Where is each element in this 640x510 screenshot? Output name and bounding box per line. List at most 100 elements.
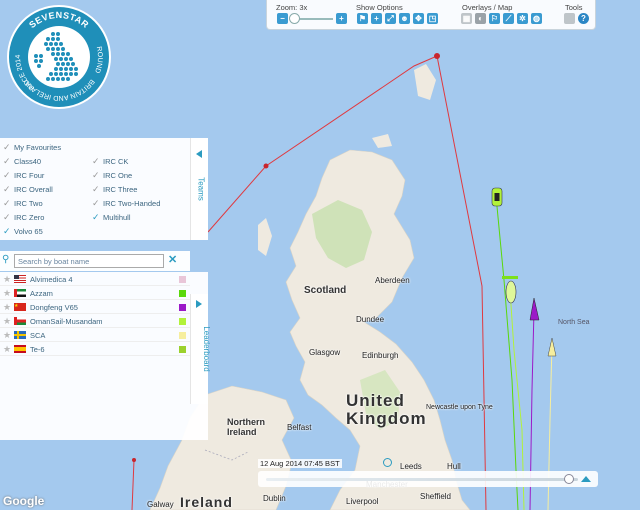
star-icon[interactable]: ★ [2, 302, 12, 313]
leaderboard-row[interactable]: ★ SCA [0, 329, 190, 342]
timeline-track[interactable] [266, 478, 578, 481]
timeline-handle[interactable] [563, 474, 574, 484]
check-icon: ✓ [3, 156, 11, 166]
star-icon[interactable]: ★ [2, 274, 12, 285]
leaderboard-row[interactable]: ★ OmanSail-Musandam [0, 315, 190, 328]
check-icon: ✓ [3, 226, 11, 236]
expand-icon[interactable]: ⤢ [385, 13, 396, 24]
label-aberdeen: Aberdeen [375, 276, 410, 285]
label-newcastle: Newcastle upon Tyne [426, 404, 493, 411]
expand-up-icon[interactable] [581, 476, 591, 482]
check-icon: ✓ [3, 142, 11, 152]
team-filter-irc-zero[interactable]: ✓ IRC Zero [3, 212, 44, 223]
check-icon: ✓ [92, 198, 100, 208]
collapse-arrow-icon[interactable] [196, 150, 202, 158]
team-filter-multihull[interactable]: ✓ Multihull [92, 212, 131, 223]
check-icon: ✓ [3, 198, 11, 208]
course-waypoint [263, 163, 269, 169]
team-filter-irc-three[interactable]: ✓ IRC Three [92, 184, 137, 195]
wind-flag-icon[interactable]: ⚐ [489, 13, 500, 24]
team-filter-irc-four[interactable]: ✓ IRC Four [3, 170, 44, 181]
show-options-label: Show Options [356, 3, 403, 12]
timeline-control: 12 Aug 2014 07:45 BST [255, 458, 605, 488]
check-icon: ✓ [3, 184, 11, 194]
label-edinburgh: Edinburgh [362, 351, 399, 360]
team-filter-irc-overall[interactable]: ✓ IRC Overall [3, 184, 53, 195]
fullscreen-icon[interactable]: ✥ [413, 13, 424, 24]
wind-arrows-icon[interactable]: ✲ [517, 13, 528, 24]
team-filter-class40[interactable]: ✓ Class40 [3, 156, 41, 167]
map-toolbar: Zoom: 3x − + Show Options ⚑ + ⤢ ☻ ✥ ◳ Ov… [266, 0, 596, 30]
tracks-icon[interactable]: ⟋ [503, 13, 514, 24]
color-swatch [179, 275, 186, 283]
flag-us-icon [14, 275, 26, 283]
tools-label: Tools [565, 3, 583, 12]
google-attribution: Google [3, 494, 45, 508]
teams-panel: ✓ My Favourites ✓ Class40 ✓ IRC CK ✓ IRC Fou… [0, 138, 208, 240]
color-swatch [179, 331, 186, 339]
check-icon: ✓ [92, 184, 100, 194]
label-dublin: Dublin [263, 494, 286, 503]
leaderboard-row[interactable]: ★ Azzam [0, 287, 190, 300]
race-logo: SEVENSTAR RACE 2014 ROUND BRITAIN AND IR… [6, 5, 112, 109]
timeline-datetime: 12 Aug 2014 07:45 BST [258, 459, 342, 468]
flag-spain-icon [14, 345, 26, 353]
help-icon[interactable]: ? [578, 13, 589, 24]
group-icon[interactable]: ☻ [399, 13, 410, 24]
label-united-kingdom: United Kingdom [346, 391, 427, 428]
tab-leaderboard[interactable]: Leaderboard [190, 294, 211, 404]
team-filter-irc-one[interactable]: ✓ IRC One [92, 170, 132, 181]
team-filter-irc-two[interactable]: ✓ IRC Two [3, 198, 43, 209]
leaderboard-panel: ★ Alvimedica 4 ★ Azzam ★ ★ Dongfeng V65 … [0, 272, 211, 440]
grid-overlay-icon[interactable]: ▦ [461, 13, 472, 24]
label-ireland: Ireland [180, 494, 233, 510]
label-scotland: Scotland [304, 285, 347, 296]
color-swatch [179, 345, 186, 353]
zoom-in-button[interactable]: + [336, 13, 347, 24]
overlays-label: Overlays / Map [462, 3, 513, 12]
zoom-out-button[interactable]: − [277, 13, 288, 24]
star-icon[interactable]: ★ [2, 330, 12, 341]
check-icon: ✓ [3, 212, 11, 222]
star-icon[interactable]: ★ [2, 344, 12, 355]
course-waypoint [434, 53, 440, 59]
fit-bounds-icon[interactable]: ◳ [427, 13, 438, 24]
leaderboard-row[interactable]: ★ Te-6 [0, 343, 190, 356]
clear-search-icon[interactable]: ✕ [168, 253, 177, 266]
search-input[interactable] [14, 254, 164, 268]
color-swatch [179, 317, 186, 325]
check-icon: ✓ [3, 170, 11, 180]
flag-china-icon: ★ [14, 303, 26, 311]
team-filter-my-favourites[interactable]: ✓ My Favourites [3, 142, 61, 153]
course-waypoint [132, 458, 136, 462]
label-belfast: Belfast [287, 423, 312, 432]
zoom-slider-handle[interactable] [289, 13, 300, 24]
color-swatch [179, 289, 186, 297]
team-filter-irc-ck[interactable]: ✓ IRC CK [92, 156, 128, 167]
label-northern-ireland: Northern Ireland [227, 417, 265, 437]
flag-icon[interactable]: ⚑ [357, 13, 368, 24]
add-box-icon[interactable]: + [371, 13, 382, 24]
leaderboard-row[interactable]: ★ Alvimedica 4 [0, 273, 190, 286]
star-icon[interactable]: ★ [2, 288, 12, 299]
check-icon: ✓ [92, 170, 100, 180]
label-dundee: Dundee [356, 315, 385, 324]
label-liverpool: Liverpool [346, 497, 379, 506]
search-icon: ⚲ [2, 254, 10, 265]
tool-checkbox-icon[interactable] [564, 13, 575, 24]
check-icon: ✓ [92, 156, 100, 166]
label-glasgow: Glasgow [309, 348, 341, 357]
star-icon[interactable]: ★ [2, 316, 12, 327]
team-filter-irc-two-handed[interactable]: ✓ IRC Two-Handed [92, 198, 160, 209]
boat-multihull-marker[interactable] [491, 187, 503, 207]
team-filter-volvo-65[interactable]: ✓ Volvo 65 [3, 226, 43, 237]
leaderboard-row[interactable]: ★ ★ Dongfeng V65 [0, 301, 190, 314]
daylight-overlay-icon[interactable]: ◐ [475, 13, 486, 24]
globe-icon[interactable]: ◍ [531, 13, 542, 24]
color-swatch [179, 303, 186, 311]
tab-teams[interactable]: Teams [190, 138, 208, 240]
clock-icon[interactable] [383, 458, 392, 467]
timeline-bar [258, 471, 598, 487]
boat-search-bar: ⚲ ✕ [0, 251, 190, 271]
expand-arrow-icon[interactable] [196, 300, 202, 308]
